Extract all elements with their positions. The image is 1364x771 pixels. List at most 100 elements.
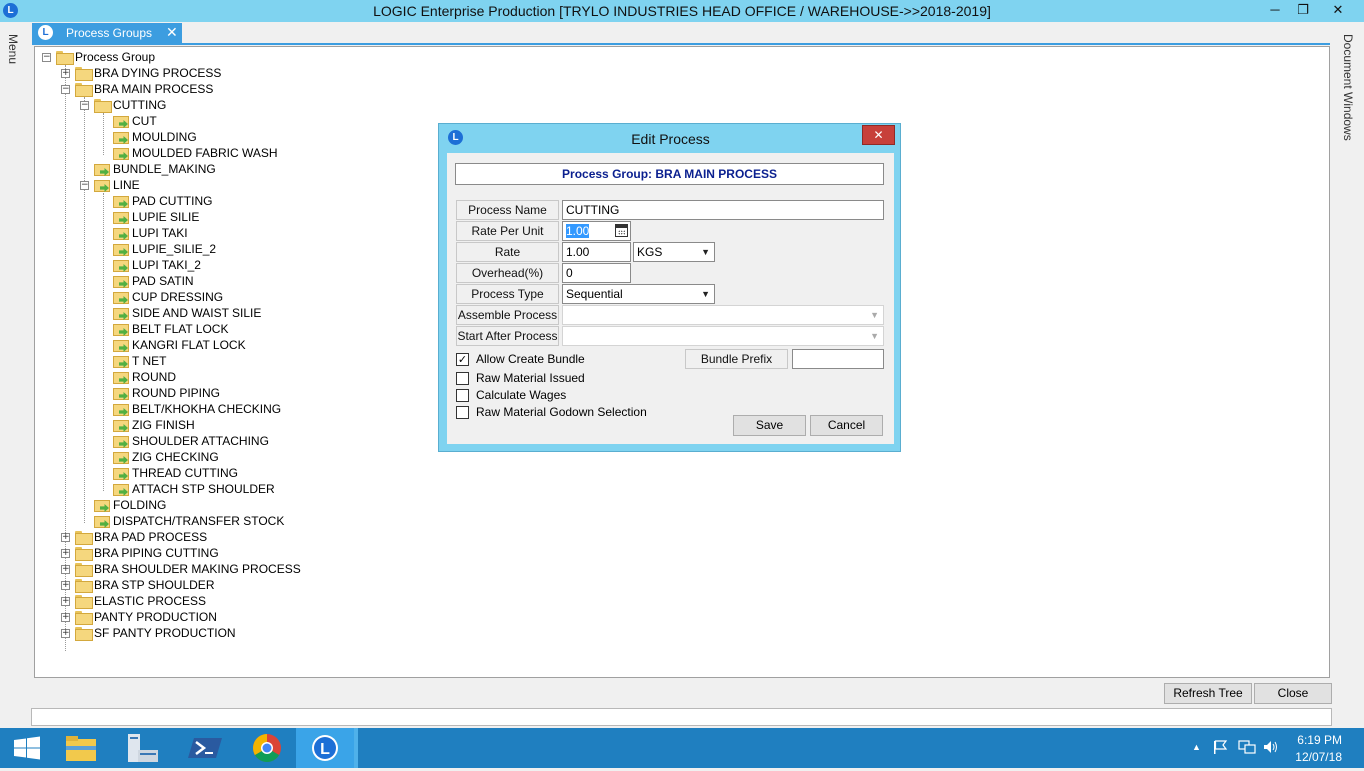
checkbox-icon[interactable] <box>456 371 469 385</box>
bundle-prefix-input[interactable] <box>792 349 884 369</box>
tree-item[interactable]: PAD SATIN <box>99 273 194 289</box>
expand-icon[interactable]: + <box>61 532 70 542</box>
network-icon[interactable] <box>1238 739 1256 758</box>
tree-item[interactable]: + ELASTIC PROCESS <box>61 593 206 609</box>
collapse-icon[interactable]: − <box>80 180 89 190</box>
process-name-input[interactable]: CUTTING <box>562 200 884 220</box>
expand-icon[interactable]: + <box>61 596 70 606</box>
show-hidden-icons-icon[interactable]: ▲ <box>1192 742 1201 752</box>
folder-icon <box>75 579 93 593</box>
rate-per-unit-input[interactable]: 1.00 <box>562 221 631 241</box>
taskbar-file-explorer[interactable] <box>52 728 110 768</box>
taskbar-logic-app[interactable]: L <box>296 728 354 768</box>
raw-material-issued-checkbox[interactable]: Raw Material Issued <box>456 370 585 386</box>
tree-item[interactable]: − CUTTING <box>80 97 166 113</box>
tab-process-groups[interactable]: L Process Groups ✕ <box>32 23 182 43</box>
document-windows-label[interactable]: Document Windows <box>1341 34 1355 141</box>
tree-item[interactable]: ROUND PIPING <box>99 385 220 401</box>
tree-item[interactable]: BELT FLAT LOCK <box>99 321 228 337</box>
tree-item[interactable]: BUNDLE_MAKING <box>80 161 216 177</box>
checkbox-icon[interactable] <box>456 405 469 419</box>
tree-item[interactable]: PAD CUTTING <box>99 193 212 209</box>
tree-item[interactable]: − BRA MAIN PROCESS <box>61 81 213 97</box>
tree-item[interactable]: DISPATCH/TRANSFER STOCK <box>80 513 284 529</box>
tree-item[interactable]: LUPIE SILIE <box>99 209 199 225</box>
tree-item[interactable]: KANGRI FLAT LOCK <box>99 337 246 353</box>
maximize-button[interactable]: ❐ <box>1290 0 1316 20</box>
tree-item-label: BUNDLE_MAKING <box>113 162 216 176</box>
taskbar-powershell[interactable] <box>176 728 234 768</box>
cancel-button[interactable]: Cancel <box>810 415 883 436</box>
start-after-process-select[interactable]: ▼ <box>562 326 884 346</box>
expand-icon[interactable]: + <box>61 548 70 558</box>
checkbox-checked-icon[interactable]: ✓ <box>456 352 469 366</box>
checkbox-icon[interactable] <box>456 388 469 402</box>
raw-material-godown-checkbox[interactable]: Raw Material Godown Selection <box>456 404 647 420</box>
tree-item[interactable]: LUPIE_SILIE_2 <box>99 241 216 257</box>
allow-create-bundle-checkbox[interactable]: ✓ Allow Create Bundle <box>456 351 585 367</box>
tree-item[interactable]: + SF PANTY PRODUCTION <box>61 625 236 641</box>
menu-strip[interactable] <box>0 22 30 728</box>
tree-root[interactable]: − Process Group <box>42 49 155 65</box>
process-type-select[interactable]: Sequential ▼ <box>562 284 715 304</box>
tree-item[interactable]: MOULDED FABRIC WASH <box>99 145 278 161</box>
tree-item[interactable]: − LINE <box>80 177 140 193</box>
minimize-button[interactable]: ─ <box>1262 0 1288 20</box>
tree-item[interactable]: CUT <box>99 113 157 129</box>
collapse-icon[interactable]: − <box>61 84 70 94</box>
tree-item[interactable]: SHOULDER ATTACHING <box>99 433 269 449</box>
tree-item[interactable]: T NET <box>99 353 166 369</box>
clock-time[interactable]: 6:19 PM <box>1297 733 1342 747</box>
rate-unit-select[interactable]: KGS ▼ <box>633 242 715 262</box>
calculate-wages-checkbox[interactable]: Calculate Wages <box>456 387 566 403</box>
clock-date[interactable]: 12/07/18 <box>1295 750 1342 764</box>
tree-item-label: ATTACH STP SHOULDER <box>132 482 275 496</box>
overhead-input[interactable]: 0 <box>562 263 631 283</box>
tree-item[interactable]: ZIG FINISH <box>99 417 195 433</box>
powershell-icon <box>188 738 222 758</box>
tree-item[interactable]: + BRA PAD PROCESS <box>61 529 207 545</box>
tree-item[interactable]: CUP DRESSING <box>99 289 223 305</box>
close-button[interactable]: Close <box>1254 683 1332 704</box>
expand-icon[interactable]: + <box>61 628 70 638</box>
taskbar-chrome[interactable] <box>238 728 296 768</box>
tree-item[interactable]: + BRA STP SHOULDER <box>61 577 214 593</box>
tree-item[interactable]: + PANTY PRODUCTION <box>61 609 217 625</box>
dialog-close-button[interactable]: ✕ <box>862 125 895 145</box>
tree-item-label: ROUND <box>132 370 176 384</box>
collapse-icon[interactable]: − <box>42 52 51 62</box>
collapse-icon[interactable]: − <box>80 100 89 110</box>
tree-item[interactable]: MOULDING <box>99 129 197 145</box>
assemble-process-select[interactable]: ▼ <box>562 305 884 325</box>
expand-icon[interactable]: + <box>61 612 70 622</box>
taskbar-server-manager[interactable] <box>114 728 172 768</box>
tab-close-icon[interactable]: ✕ <box>166 24 178 41</box>
expand-icon[interactable]: + <box>61 68 70 78</box>
process-icon <box>113 322 129 336</box>
tree-item[interactable]: LUPI TAKI_2 <box>99 257 201 273</box>
tree-item[interactable]: + BRA SHOULDER MAKING PROCESS <box>61 561 301 577</box>
volume-icon[interactable] <box>1262 739 1278 758</box>
tree-item[interactable]: FOLDING <box>80 497 166 513</box>
save-button[interactable]: Save <box>733 415 806 436</box>
flag-icon[interactable] <box>1212 739 1228 758</box>
tree-item[interactable]: ROUND <box>99 369 176 385</box>
tree-item[interactable]: ZIG CHECKING <box>99 449 219 465</box>
start-button[interactable] <box>0 728 58 768</box>
tree-item[interactable]: LUPI TAKI <box>99 225 188 241</box>
rate-input[interactable]: 1.00 <box>562 242 631 262</box>
close-window-button[interactable]: ✕ <box>1318 0 1358 20</box>
tree-item[interactable]: + BRA DYING PROCESS <box>61 65 221 81</box>
tree-item[interactable]: ATTACH STP SHOULDER <box>99 481 275 497</box>
tree-item[interactable]: + BRA PIPING CUTTING <box>61 545 219 561</box>
tree-item[interactable]: BELT/KHOKHA CHECKING <box>99 401 281 417</box>
menu-label[interactable]: Menu <box>6 34 20 64</box>
tree-item[interactable]: SIDE AND WAIST SILIE <box>99 305 261 321</box>
tree-item[interactable]: THREAD CUTTING <box>99 465 238 481</box>
expand-icon[interactable]: + <box>61 564 70 574</box>
calendar-icon[interactable] <box>615 224 628 237</box>
tree-item-label: LUPI TAKI <box>132 226 188 240</box>
refresh-tree-button[interactable]: Refresh Tree <box>1164 683 1252 704</box>
expand-icon[interactable]: + <box>61 580 70 590</box>
tree-item-label: LUPIE SILIE <box>132 210 200 224</box>
